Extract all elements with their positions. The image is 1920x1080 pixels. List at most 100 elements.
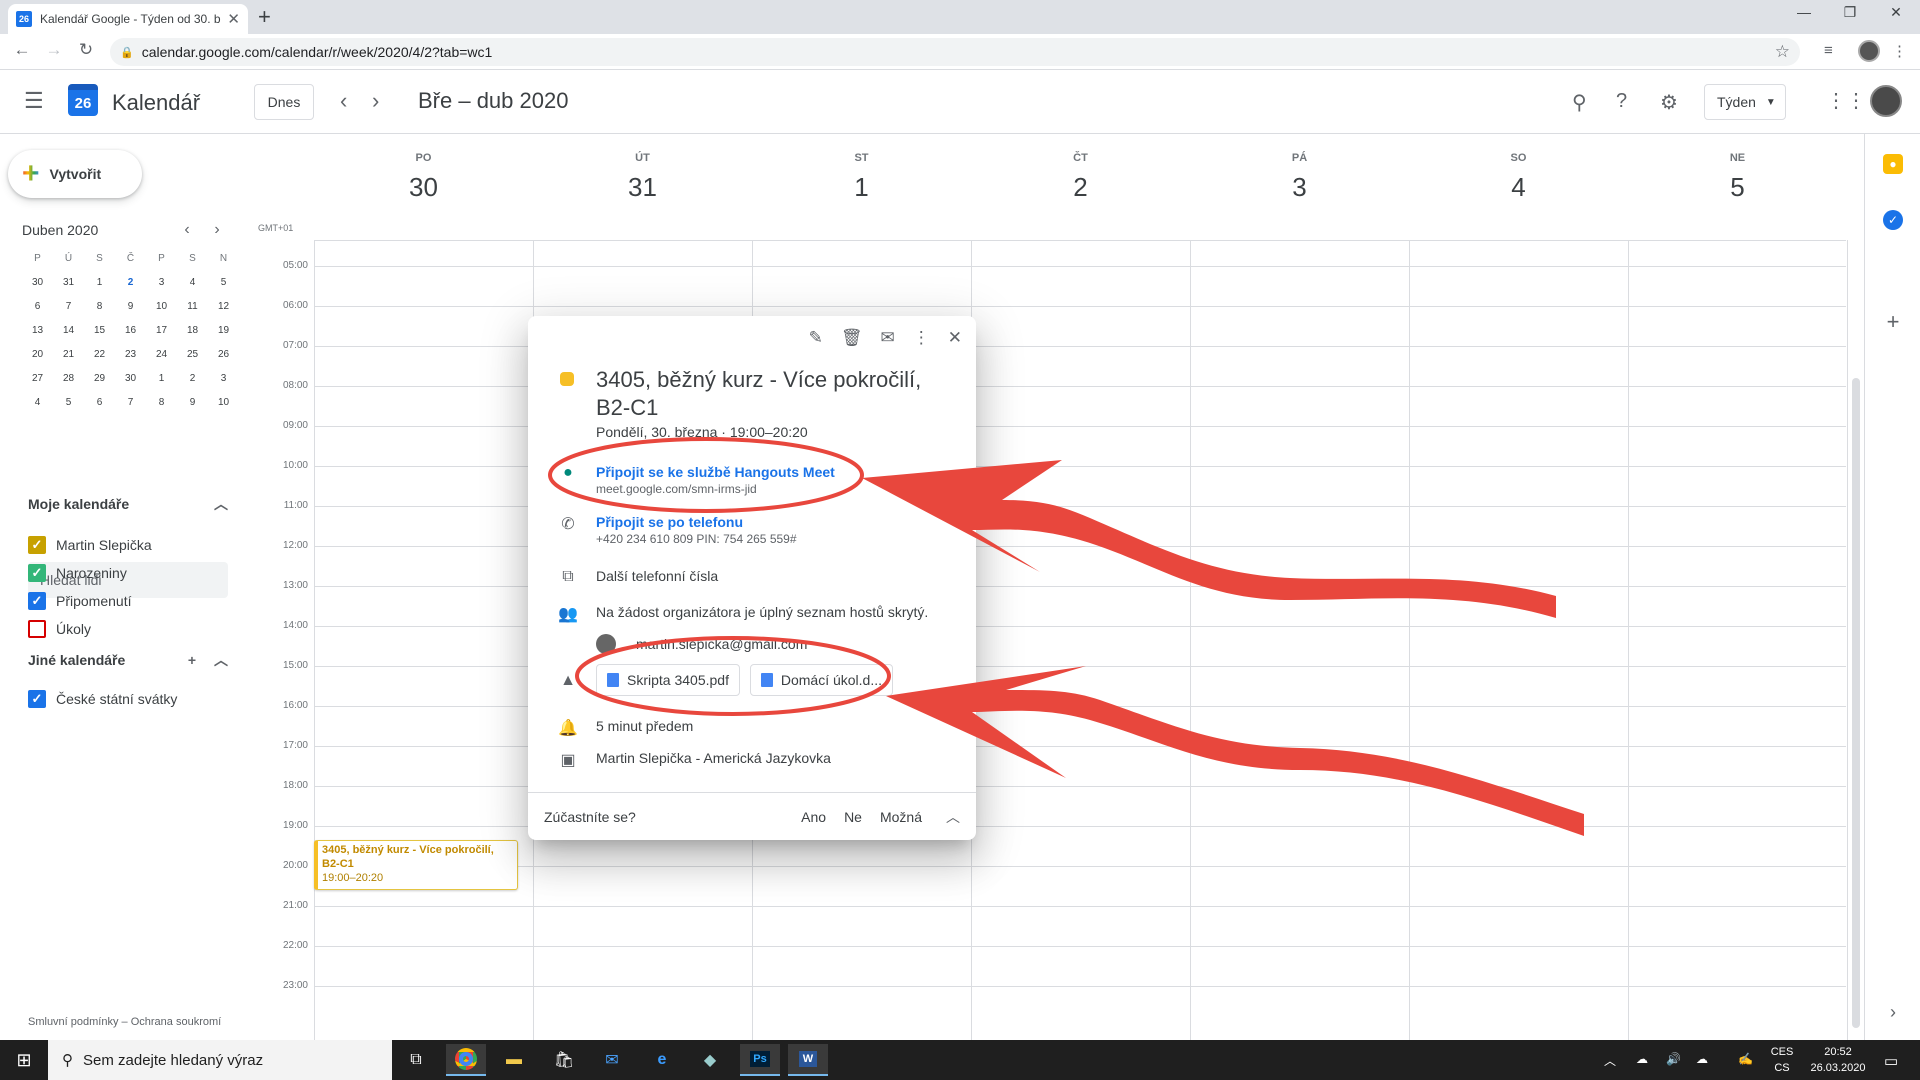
mini-prev-month-chevron-icon[interactable]: ‹: [172, 221, 202, 239]
unchecked-checkbox-icon[interactable]: [28, 620, 46, 638]
mini-calendar-day[interactable]: 19: [208, 318, 239, 342]
keep-icon[interactable]: ●: [1883, 154, 1903, 174]
mini-calendar-day[interactable]: 10: [208, 390, 239, 414]
mini-calendar-day[interactable]: 27: [22, 366, 53, 390]
day-column-header[interactable]: ST 1: [752, 152, 971, 203]
day-column-header[interactable]: ÚT 31: [533, 152, 752, 203]
chrome-icon[interactable]: [446, 1044, 486, 1076]
browser-tab[interactable]: 26 Kalendář Google - Týden od 30. března…: [8, 4, 248, 34]
mini-calendar-day[interactable]: 13: [22, 318, 53, 342]
help-icon[interactable]: ?: [1616, 90, 1627, 113]
mini-calendar-day[interactable]: 1: [146, 366, 177, 390]
day-column-header[interactable]: SO 4: [1409, 152, 1628, 203]
view-selector-dropdown[interactable]: Týden ▼: [1704, 84, 1786, 120]
tasks-icon[interactable]: ✓: [1883, 210, 1903, 230]
show-hidden-icons-chevron-icon[interactable]: ︿: [1604, 1052, 1616, 1069]
mini-calendar-day[interactable]: 14: [53, 318, 84, 342]
event-chip[interactable]: 3405, běžný kurz - Více pokročilí, B2-C1…: [314, 840, 518, 890]
mini-calendar-day[interactable]: 17: [146, 318, 177, 342]
scrollbar[interactable]: [1852, 378, 1860, 1028]
checked-checkbox-icon[interactable]: ✓: [28, 592, 46, 610]
mini-calendar-day[interactable]: 15: [84, 318, 115, 342]
close-icon[interactable]: ✕: [948, 328, 962, 348]
mini-calendar-day[interactable]: 25: [177, 342, 208, 366]
mini-calendar-day[interactable]: 21: [53, 342, 84, 366]
mini-calendar-day[interactable]: 6: [22, 294, 53, 318]
mini-calendar-day[interactable]: 26: [208, 342, 239, 366]
main-menu-icon[interactable]: ☰: [24, 88, 44, 114]
create-button[interactable]: + Vytvořit: [8, 150, 142, 198]
mini-calendar-day[interactable]: 5: [208, 270, 239, 294]
expand-panel-chevron-icon[interactable]: ›: [1883, 1002, 1903, 1022]
calendar-list-item[interactable]: ✓ Připomenutí: [28, 592, 131, 610]
network-icon[interactable]: ☁: [1696, 1052, 1708, 1066]
mini-calendar-day[interactable]: 24: [146, 342, 177, 366]
input-language[interactable]: CES CS: [1766, 1044, 1798, 1076]
rsvp-maybe-button[interactable]: Možná: [880, 809, 922, 825]
mini-calendar-day[interactable]: 31: [53, 270, 84, 294]
search-icon[interactable]: ⚲: [1572, 90, 1587, 115]
mini-next-month-chevron-icon[interactable]: ›: [202, 221, 232, 239]
day-column-header[interactable]: PO 30: [314, 152, 533, 203]
mini-calendar-day[interactable]: 4: [177, 270, 208, 294]
mini-calendar-day[interactable]: 5: [53, 390, 84, 414]
expand-rsvp-chevron-icon[interactable]: ︿: [946, 807, 960, 827]
join-by-phone-link[interactable]: Připojit se po telefonu: [596, 514, 797, 530]
task-view-icon[interactable]: ⧉: [396, 1044, 436, 1076]
checked-checkbox-icon[interactable]: ✓: [28, 536, 46, 554]
mini-calendar-day[interactable]: 8: [84, 294, 115, 318]
onedrive-cloud-icon[interactable]: ☁: [1636, 1052, 1648, 1066]
system-clock[interactable]: 20:52 26.03.2020: [1808, 1044, 1868, 1076]
mail-icon[interactable]: ✉: [592, 1044, 632, 1076]
mini-calendar-day[interactable]: 3: [146, 270, 177, 294]
mini-calendar-day[interactable]: 2: [115, 270, 146, 294]
today-button[interactable]: Dnes: [254, 84, 314, 120]
close-window-button[interactable]: ✕: [1876, 4, 1916, 21]
day-column-header[interactable]: NE 5: [1628, 152, 1847, 203]
file-explorer-icon[interactable]: ▬: [494, 1044, 534, 1076]
mini-calendar-day[interactable]: 7: [53, 294, 84, 318]
mini-calendar-day[interactable]: 16: [115, 318, 146, 342]
mini-calendar-day[interactable]: 20: [22, 342, 53, 366]
photoshop-icon[interactable]: Ps: [740, 1044, 780, 1076]
calendar-list-item[interactable]: ✓ Narozeniny: [28, 564, 127, 582]
reading-list-icon[interactable]: ≡: [1824, 42, 1833, 59]
mini-calendar-day[interactable]: 4: [22, 390, 53, 414]
mini-calendar-day[interactable]: 9: [177, 390, 208, 414]
more-options-icon[interactable]: ⋮: [913, 328, 930, 348]
join-meet-link[interactable]: Připojit se ke službě Hangouts Meet: [596, 464, 835, 480]
mini-calendar-day[interactable]: 7: [115, 390, 146, 414]
previous-week-chevron-icon[interactable]: ‹: [340, 88, 347, 114]
attachment-chip[interactable]: Domácí úkol.d...: [749, 664, 894, 696]
day-column-header[interactable]: PÁ 3: [1190, 152, 1409, 203]
new-tab-button[interactable]: +: [258, 4, 271, 30]
volume-icon[interactable]: 🔊: [1666, 1052, 1681, 1066]
browser-menu-icon[interactable]: ⋮: [1892, 42, 1907, 60]
browser-profile-avatar[interactable]: [1858, 40, 1880, 62]
collapse-chevron-icon[interactable]: ︿: [214, 650, 228, 670]
mini-calendar-day[interactable]: 12: [208, 294, 239, 318]
mini-calendar-day[interactable]: 22: [84, 342, 115, 366]
store-icon[interactable]: 🛍: [544, 1044, 584, 1076]
mini-calendar-day[interactable]: 30: [115, 366, 146, 390]
my-calendars-header[interactable]: Moje kalendáře ︿: [28, 494, 228, 514]
mini-calendar-day[interactable]: 2: [177, 366, 208, 390]
mini-calendar-day[interactable]: 8: [146, 390, 177, 414]
checked-checkbox-icon[interactable]: ✓: [28, 564, 46, 582]
other-calendars-header[interactable]: Jiné kalendáře + ︿: [28, 650, 228, 670]
taskbar-search-input[interactable]: ⚲ Sem zadejte hledaný výraz: [48, 1040, 392, 1080]
next-week-chevron-icon[interactable]: ›: [372, 88, 379, 114]
mini-calendar-day[interactable]: 28: [53, 366, 84, 390]
minimize-window-button[interactable]: —: [1784, 4, 1824, 20]
mini-calendar-day[interactable]: 10: [146, 294, 177, 318]
calendar-list-item[interactable]: Úkoly: [28, 620, 91, 638]
checked-checkbox-icon[interactable]: ✓: [28, 690, 46, 708]
attachment-chip[interactable]: Skripta 3405.pdf: [596, 664, 740, 696]
reload-icon[interactable]: ↻: [74, 40, 98, 60]
email-guests-icon[interactable]: ✉: [881, 328, 895, 348]
mini-calendar-day[interactable]: 9: [115, 294, 146, 318]
restore-window-button[interactable]: ❐: [1830, 4, 1870, 21]
mini-calendar-day[interactable]: 23: [115, 342, 146, 366]
add-calendar-plus-icon[interactable]: +: [188, 652, 196, 668]
more-phone-numbers-link[interactable]: Další telefonní čísla: [596, 568, 718, 584]
